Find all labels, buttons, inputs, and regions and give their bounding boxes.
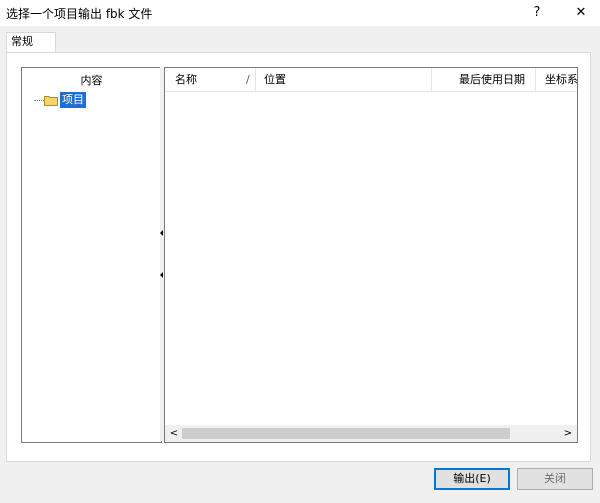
column-label: 名称	[175, 73, 197, 86]
column-header-location[interactable]: 位置	[256, 68, 432, 91]
content-tree[interactable]: 内容 项目	[21, 67, 162, 443]
folder-icon	[44, 96, 58, 106]
column-header-last-used[interactable]: 最后使用日期	[432, 68, 536, 91]
tree-connector	[34, 100, 44, 101]
list-header: 名称 / 位置 最后使用日期 坐标系	[165, 68, 577, 92]
column-header-coordinate-system[interactable]: 坐标系	[537, 68, 577, 91]
tab-general[interactable]: 常规	[6, 32, 56, 53]
file-list[interactable]: 名称 / 位置 最后使用日期 坐标系 < >	[164, 67, 578, 443]
horizontal-scrollbar[interactable]: < >	[165, 425, 577, 442]
window-title: 选择一个项目输出 fbk 文件	[6, 7, 153, 21]
sort-indicator-icon: /	[246, 73, 250, 86]
help-button[interactable]: ?	[522, 0, 552, 26]
scroll-left-icon[interactable]: <	[167, 425, 181, 442]
tree-item-label: 项目	[60, 92, 86, 108]
export-button[interactable]: 输出(E)	[434, 468, 510, 490]
title-bar: 选择一个项目输出 fbk 文件 ? ✕	[0, 0, 600, 26]
column-header-name[interactable]: 名称 /	[165, 68, 256, 91]
collapse-arrow-icon[interactable]	[160, 272, 163, 278]
close-window-button[interactable]: ✕	[566, 0, 596, 26]
scroll-right-icon[interactable]: >	[561, 425, 575, 442]
close-button[interactable]: 关闭	[517, 468, 593, 490]
collapse-arrow-icon[interactable]	[160, 230, 163, 236]
scroll-thumb[interactable]	[182, 428, 510, 439]
tree-header: 内容	[80, 74, 103, 87]
